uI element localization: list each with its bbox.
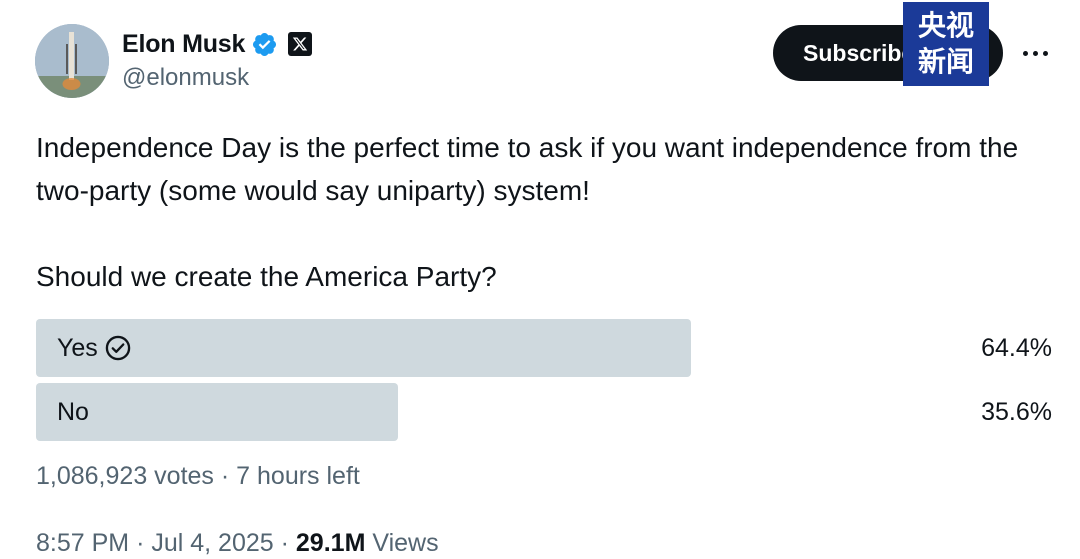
- poll-bar-no: [36, 383, 398, 441]
- poll-option-text: Yes: [57, 333, 98, 362]
- poll-option-percent: 35.6%: [981, 397, 1052, 426]
- poll-option-percent: 64.4%: [981, 333, 1052, 362]
- tweet-paragraph: Independence Day is the perfect time to …: [36, 132, 1019, 206]
- poll-option-label: No: [57, 383, 89, 441]
- tweet-text: Independence Day is the perfect time to …: [36, 126, 1046, 212]
- poll-meta: 1,086,923 votes · 7 hours left: [36, 462, 360, 491]
- views-count[interactable]: 29.1M: [296, 529, 365, 557]
- watermark-line-1: 央视: [917, 9, 974, 42]
- poll-votes: 1,086,923 votes: [36, 462, 214, 490]
- poll-question: Should we create the America Party?: [36, 261, 497, 292]
- rocket-avatar-image: [35, 24, 109, 98]
- author-display-name[interactable]: Elon Musk: [122, 30, 245, 59]
- check-circle-icon: [105, 335, 131, 361]
- cctv-news-watermark-logo: 央视 新闻: [903, 2, 989, 86]
- poll-bar-yes: [36, 319, 691, 377]
- poll-option-no[interactable]: No 35.6%: [36, 383, 1052, 441]
- poll-option-label: Yes: [57, 319, 132, 377]
- more-options-icon[interactable]: [1018, 38, 1052, 68]
- tweet-date[interactable]: Jul 4, 2025: [151, 529, 273, 557]
- separator: ·: [136, 529, 145, 557]
- poll-option-text: No: [57, 397, 89, 426]
- separator: ·: [280, 529, 289, 557]
- tweet-time[interactable]: 8:57 PM: [36, 529, 129, 557]
- separator: ·: [220, 462, 230, 490]
- tweet-timestamp-row: 8:57 PM · Jul 4, 2025 · 29.1M Views: [36, 529, 439, 558]
- verified-badge-icon[interactable]: [251, 31, 278, 58]
- author-name-row: Elon Musk: [122, 27, 313, 61]
- x-logo-icon[interactable]: [288, 32, 313, 56]
- avatar[interactable]: [35, 24, 109, 98]
- poll-time-left: 7 hours left: [236, 462, 360, 490]
- author-handle[interactable]: @elonmusk: [122, 64, 249, 92]
- views-label: Views: [372, 529, 439, 557]
- watermark-line-2: 新闻: [917, 45, 974, 78]
- poll-option-yes[interactable]: Yes 64.4%: [36, 319, 1052, 377]
